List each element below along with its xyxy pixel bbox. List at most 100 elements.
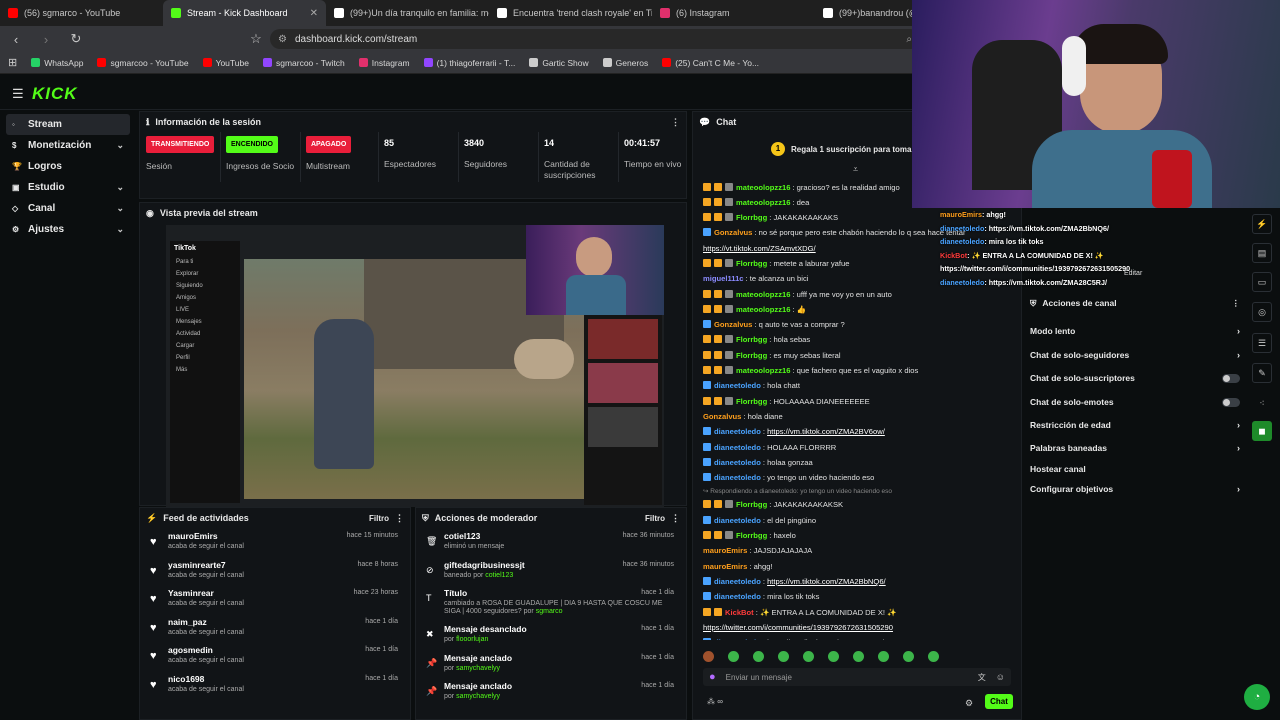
overlay-edit-label[interactable]: Editar	[1124, 270, 1142, 277]
address-bar[interactable]: ⚙ dashboard.kick.com/stream ⌕	[270, 29, 920, 49]
channel-action-chat-de-solo-seguidores[interactable]: Chat de solo-seguidores ›	[1030, 350, 1240, 360]
channel-action-configurar-objetivos[interactable]: Configurar objetivos ›	[1030, 484, 1240, 494]
chat-message[interactable]: Gonzalvus: hola diane	[700, 409, 1018, 424]
emoji-icon[interactable]: ☺	[996, 672, 1005, 682]
chat-message[interactable]: mauroEmirs: ahgg!	[700, 559, 1018, 574]
emote-icon[interactable]	[803, 650, 814, 662]
chat-settings-icon[interactable]: ⚙	[965, 698, 973, 709]
chat-message[interactable]: dianeetoledo: https://vm.tiktok.com/ZMA2…	[700, 636, 1018, 640]
chat-username[interactable]: KickBot	[725, 608, 754, 617]
chat-username[interactable]: dianeetoledo	[714, 427, 761, 436]
reload-icon[interactable]: ↻	[68, 31, 84, 47]
list-rail-icon[interactable]: ☰	[1252, 333, 1272, 353]
chat-message[interactable]: https://twitter.com/i/communities/193979…	[700, 620, 1018, 635]
chat-username[interactable]: dianeetoledo	[714, 592, 761, 601]
channel-action-restricci-n-de-edad[interactable]: Restricción de edad ›	[1030, 420, 1240, 430]
channel-action-chat-de-solo-emotes[interactable]: Chat de solo-emotes	[1030, 397, 1240, 407]
chat-username[interactable]: dianeetoledo	[714, 577, 761, 586]
bookmark-item[interactable]: sgmarcoo - YouTube	[97, 58, 189, 68]
moderator-name[interactable]: samychavelyy	[456, 665, 500, 672]
chat-username[interactable]: Florrbgg	[736, 259, 767, 268]
wrench-rail-icon[interactable]: ✎	[1252, 363, 1272, 383]
list-item[interactable]: ♥ Yasminrear acaba de seguir el canal hace …	[146, 585, 404, 614]
chat-username[interactable]: Florrbgg	[736, 335, 767, 344]
list-item[interactable]: ♥ naim_paz acaba de seguir el canal hace 1 …	[146, 614, 404, 643]
bookmark-item[interactable]: Generos	[602, 58, 648, 68]
chat-username[interactable]: dianeetoledo	[714, 458, 761, 467]
chat-username[interactable]: mauroEmirs	[703, 562, 747, 571]
chat-username[interactable]: Florrbgg	[736, 531, 767, 540]
translate-icon[interactable]: 文	[978, 672, 986, 683]
list-item[interactable]: ⊘ giftedagribusinessjt baneado por cotiel1…	[422, 557, 680, 586]
back-icon[interactable]: ‹	[8, 32, 24, 47]
chat-username[interactable]: mateoolopzz16	[736, 290, 790, 299]
apps-grid-icon[interactable]: ⊞	[8, 56, 17, 69]
gift-sub-banner[interactable]: 1 Regala 1 suscripción para tomar la p	[771, 142, 931, 156]
chat-username[interactable]: Florrbgg	[736, 397, 767, 406]
chat-input[interactable]: ● Enviar un mensaje 文 ☺	[703, 668, 1011, 686]
chat-username[interactable]: dianeetoledo	[714, 638, 761, 640]
bookmark-item[interactable]: sgmarcoo - Twitch	[262, 58, 345, 68]
browser-tab[interactable]: (99+)Un día tranquilo en familia: mo	[326, 0, 489, 26]
list-item[interactable]: ♥ mauroEmirs acaba de seguir el canal hace …	[146, 528, 404, 557]
toggle-switch[interactable]	[1222, 397, 1240, 407]
chat-message[interactable]: Florrbgg: es muy sebas literal	[700, 348, 1018, 363]
sidebar-item-monetización[interactable]: $ Monetización ⌄	[6, 135, 130, 156]
chat-username[interactable]: mateoolopzz16	[736, 198, 790, 207]
mic-icon[interactable]: ●	[709, 671, 716, 683]
chat-username[interactable]: Florrbgg	[736, 500, 767, 509]
chat-username[interactable]: Gonzalvus	[714, 320, 752, 329]
nodes-rail-icon[interactable]: ⁖	[1252, 393, 1272, 413]
broadcast-rail-icon[interactable]: ◎	[1252, 302, 1272, 322]
browser-tab[interactable]: Stream - Kick Dashboard ✕	[163, 0, 326, 26]
chat-message[interactable]: Florrbgg: JAKAKAKAAKAKSK	[700, 498, 1018, 513]
more-icon[interactable]: ⋮	[395, 513, 404, 524]
chat-message[interactable]: Florrbgg: hola sebas	[700, 333, 1018, 348]
list-item[interactable]: 📌 Mensaje anclado por samychavelyy hace 1 d…	[422, 678, 680, 707]
chat-link[interactable]: https://twitter.com/i/communities/193979…	[703, 623, 893, 632]
chat-username[interactable]: dianeetoledo	[714, 473, 761, 482]
chat-message[interactable]: mateoolopzz16: 👍	[700, 302, 1018, 317]
stream-preview-video[interactable]: TikTok Para ti Explorar Siguiendo Amigos LIV…	[166, 225, 664, 507]
emote-icon[interactable]	[878, 650, 889, 662]
chat-username[interactable]: mateoolopzz16	[736, 183, 790, 192]
chat-username[interactable]: Gonzalvus	[714, 228, 752, 237]
list-item[interactable]: T Título cambiado a ROSA DE GUADALUPE | DI…	[422, 585, 680, 621]
chat-message[interactable]: dianeetoledo: https://vm.tiktok.com/ZMA2…	[700, 425, 1018, 440]
bookmark-item[interactable]: (25) Can't C Me - Yo...	[662, 58, 759, 68]
browser-tab[interactable]: (6) Instagram	[652, 0, 815, 26]
mod-filter-button[interactable]: Filtro	[645, 514, 665, 523]
chat-username[interactable]: mauroEmirs	[703, 546, 747, 555]
chat-message[interactable]: dianeetoledo: holaa gonzaa	[700, 455, 1018, 470]
chat-username[interactable]: dianeetoledo	[714, 381, 761, 390]
follower-name[interactable]: Yasminrear	[168, 588, 214, 598]
chat-message[interactable]: Gonzalvus: q auto te vas a comprar ?	[700, 318, 1018, 333]
browser-tab[interactable]: (56) sgmarco - YouTube	[0, 0, 163, 26]
list-item[interactable]: ✖ Mensaje desanclado por flooorlujan hace 1…	[422, 621, 680, 650]
chat-message[interactable]: dianeetoledo: https://vm.tiktok.com/ZMA2…	[700, 574, 1018, 589]
bookmark-item[interactable]: Instagram	[358, 58, 410, 68]
sidebar-item-ajustes[interactable]: ⚙ Ajustes ⌄	[6, 219, 130, 240]
chat-message[interactable]: dianeetoledo: hola chatt	[700, 379, 1018, 394]
channel-action-chat-de-solo-suscriptores[interactable]: Chat de solo-suscriptores	[1030, 373, 1240, 383]
chat-rail-icon[interactable]: ▭	[1252, 272, 1272, 292]
follower-name[interactable]: yasminrearte7	[168, 560, 226, 570]
chat-message[interactable]: Florrbgg: haxelo	[700, 529, 1018, 544]
kick-rail-icon[interactable]: ◼	[1252, 421, 1272, 441]
chat-message[interactable]: dianeetoledo: yo tengo un video haciendo…	[700, 471, 1018, 486]
chat-username[interactable]: Florrbgg	[736, 351, 767, 360]
list-item[interactable]: ♥ yasminrearte7 acaba de seguir el canal ha…	[146, 557, 404, 586]
bookmark-star-icon[interactable]: ☆	[248, 31, 264, 47]
emote-icon[interactable]	[728, 650, 739, 662]
moderator-name[interactable]: cotiel123	[485, 572, 513, 579]
chat-message[interactable]: mauroEmirs: JAJSDJAJAJAJA	[700, 544, 1018, 559]
sidebar-item-estudio[interactable]: ▣ Estudio ⌄	[6, 177, 130, 198]
bookmark-item[interactable]: (1) thiagoferrarii - T...	[423, 58, 515, 68]
more-icon[interactable]: ⋮	[671, 513, 680, 524]
moderator-name[interactable]: sgmarco	[536, 608, 563, 615]
emote-icon[interactable]	[778, 650, 789, 662]
chat-username[interactable]: mateoolopzz16	[736, 305, 790, 314]
chat-message[interactable]: dianeetoledo: el del pingüino	[700, 513, 1018, 528]
emote-icon[interactable]	[928, 650, 939, 662]
browser-tab[interactable]: Encuentra 'trend clash royale' en Tik	[489, 0, 652, 26]
